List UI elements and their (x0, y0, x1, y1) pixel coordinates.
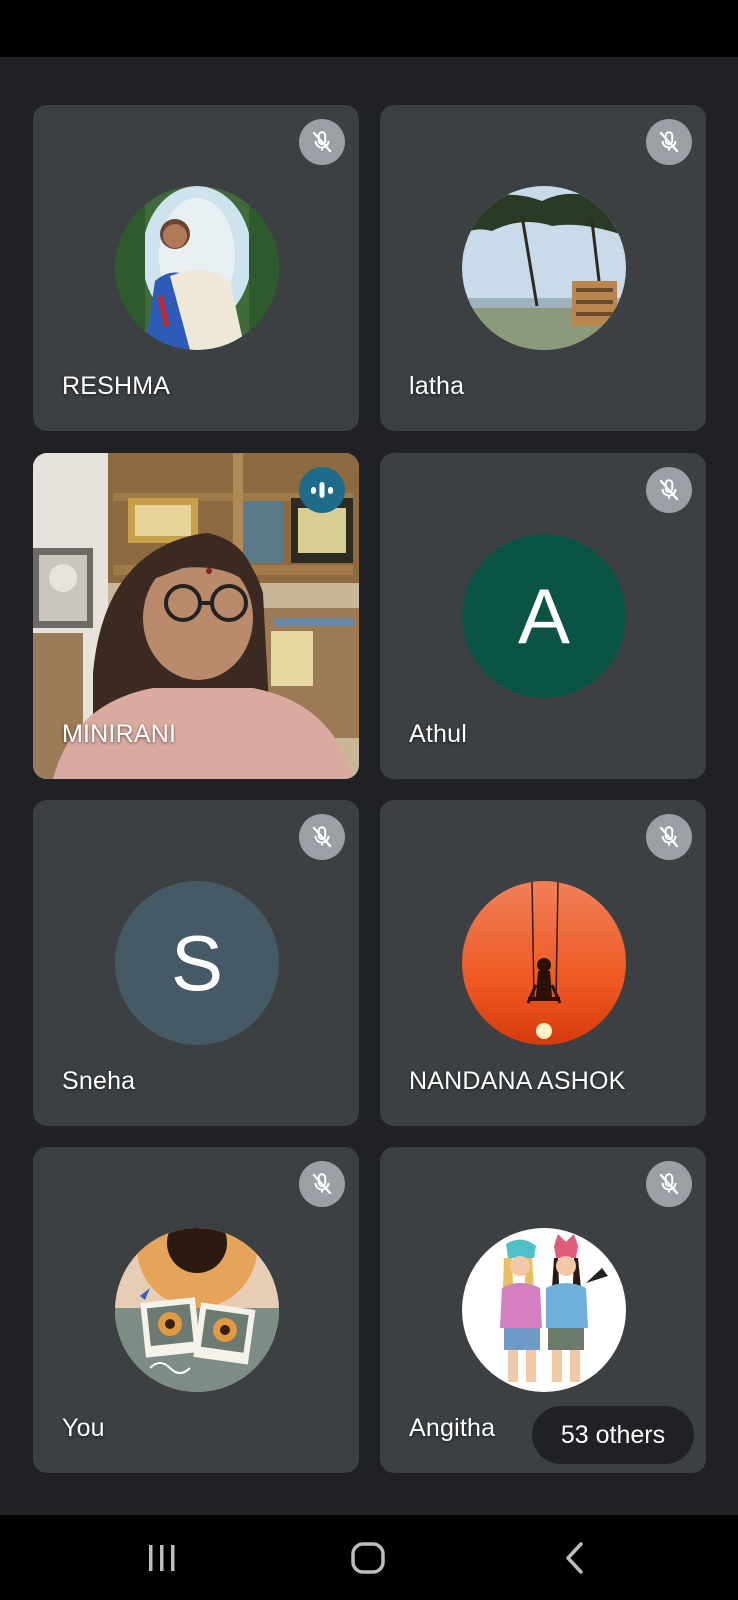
participant-tile-sneha[interactable]: S Sneha (33, 800, 359, 1126)
participant-name: NANDANA ASHOK (409, 1067, 626, 1095)
avatar (462, 186, 626, 350)
mic-off-icon (646, 119, 692, 165)
audio-level-icon (299, 467, 345, 513)
participant-tile-nandana-ashok[interactable]: NANDANA ASHOK (380, 800, 706, 1126)
participant-tile-athul[interactable]: A Athul (380, 453, 706, 779)
participant-name: RESHMA (62, 372, 171, 400)
participant-tile-minirani[interactable]: MINIRANI (33, 453, 359, 779)
participant-tile-reshma[interactable]: RESHMA (33, 105, 359, 431)
participant-tile-latha[interactable]: latha (380, 105, 706, 431)
avatar (115, 186, 279, 350)
recent-apps-icon[interactable] (137, 1535, 187, 1581)
participant-name: MINIRANI (62, 720, 177, 748)
system-navigation-bar (0, 1515, 738, 1600)
others-participants-chip[interactable]: 53 others (532, 1406, 694, 1464)
avatar: A (462, 534, 626, 698)
participant-name: latha (409, 372, 465, 400)
avatar (462, 881, 626, 1045)
mic-off-icon (646, 1161, 692, 1207)
mic-off-icon (646, 814, 692, 860)
participant-tile-you[interactable]: You (33, 1147, 359, 1473)
participant-name: Angitha (409, 1414, 496, 1442)
participant-name: Sneha (62, 1067, 136, 1095)
mic-off-icon (299, 1161, 345, 1207)
participant-grid: RESHMA latha MINIRANI A Athul S Sneha NA… (0, 0, 738, 1515)
mic-off-icon (299, 814, 345, 860)
avatar (115, 1228, 279, 1392)
mic-off-icon (646, 467, 692, 513)
avatar (462, 1228, 626, 1392)
home-icon[interactable] (343, 1535, 393, 1581)
participant-name: Athul (409, 720, 467, 748)
mic-off-icon (299, 119, 345, 165)
avatar: S (115, 881, 279, 1045)
participant-name: You (62, 1414, 105, 1442)
back-icon[interactable] (550, 1535, 600, 1581)
